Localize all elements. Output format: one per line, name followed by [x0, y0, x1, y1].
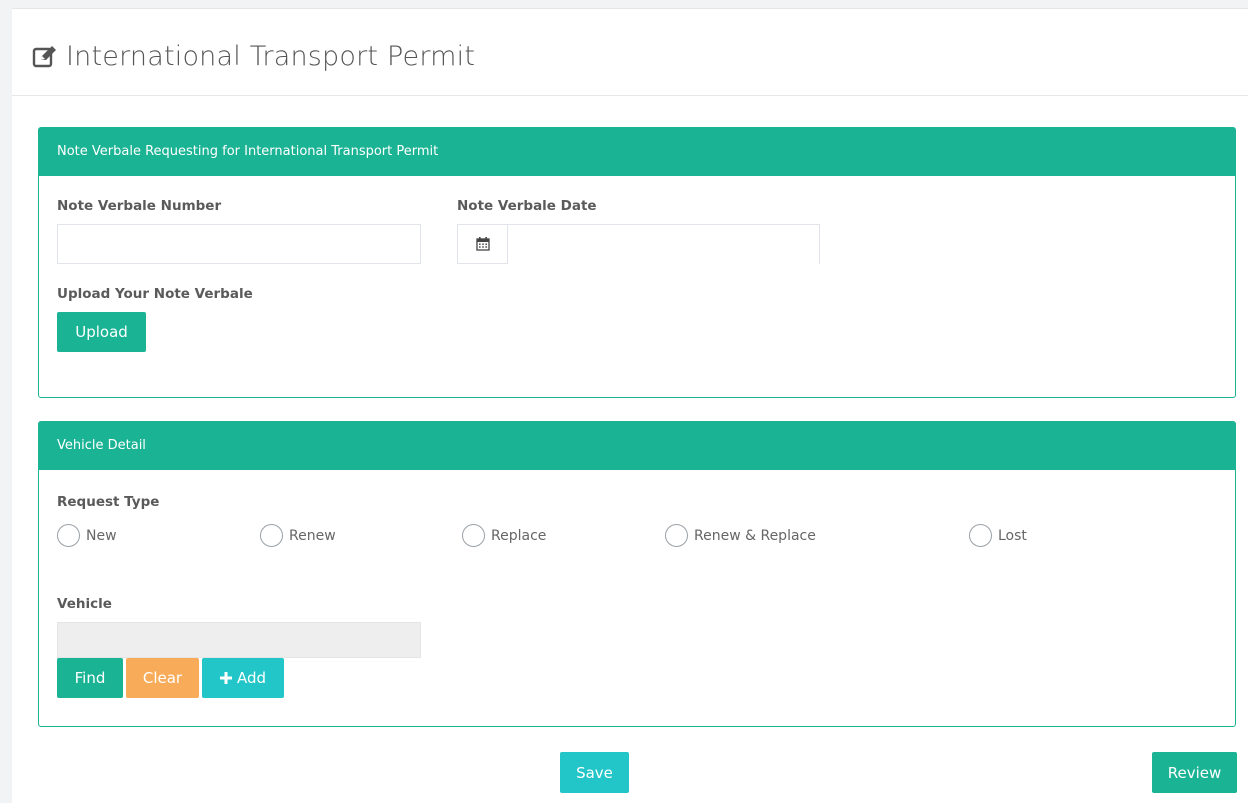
vehicle-detail-panel: Vehicle Detail Request Type New Renew Re… — [38, 421, 1236, 727]
clear-button[interactable]: Clear — [126, 658, 199, 698]
radio-label: New — [86, 527, 117, 544]
left-strip — [0, 0, 12, 803]
edit-icon — [32, 45, 56, 67]
radio-new[interactable]: New — [57, 524, 117, 547]
radio-circle[interactable] — [260, 524, 283, 547]
calendar-addon[interactable] — [458, 225, 508, 263]
radio-label: Renew & Replace — [694, 527, 816, 544]
page-header: International Transport Permit — [12, 9, 1248, 96]
radio-circle[interactable] — [57, 524, 80, 547]
upload-note-verbale-label: Upload Your Note Verbale — [57, 286, 253, 302]
radio-circle[interactable] — [969, 524, 992, 547]
top-strip — [0, 0, 1248, 8]
note-verbale-date-input[interactable] — [508, 225, 819, 265]
note-verbale-number-label: Note Verbale Number — [57, 198, 222, 214]
calendar-icon — [475, 237, 490, 251]
add-button-label: Add — [236, 669, 267, 687]
upload-button[interactable]: Upload — [57, 312, 146, 352]
radio-lost[interactable]: Lost — [969, 524, 1027, 547]
vehicle-detail-panel-heading: Vehicle Detail — [39, 422, 1235, 470]
note-verbale-panel-heading: Note Verbale Requesting for Internationa… — [39, 128, 1235, 176]
radio-renew[interactable]: Renew — [260, 524, 336, 547]
radio-label: Replace — [491, 527, 547, 544]
radio-circle[interactable] — [462, 524, 485, 547]
find-button[interactable]: Find — [57, 658, 123, 698]
review-button[interactable]: Review — [1152, 752, 1237, 793]
radio-label: Renew — [289, 527, 336, 544]
radio-replace[interactable]: Replace — [462, 524, 546, 547]
plus-icon — [219, 672, 232, 684]
save-button[interactable]: Save — [560, 752, 629, 793]
note-verbale-date-label: Note Verbale Date — [457, 198, 597, 214]
add-button[interactable]: Add — [202, 658, 284, 698]
note-verbale-panel: Note Verbale Requesting for Internationa… — [38, 127, 1236, 398]
vehicle-label: Vehicle — [57, 596, 112, 612]
radio-circle[interactable] — [665, 524, 688, 547]
radio-label: Lost — [998, 527, 1027, 544]
page-content: International Transport Permit Note Verb… — [12, 8, 1248, 804]
request-type-label: Request Type — [57, 494, 160, 510]
page-title-text: International Transport Permit — [66, 41, 476, 72]
page-title: International Transport Permit — [32, 41, 475, 72]
note-verbale-date-field[interactable] — [457, 224, 820, 265]
vehicle-input[interactable] — [57, 622, 421, 658]
note-verbale-number-input[interactable] — [57, 224, 421, 264]
radio-renew-and-replace[interactable]: Renew & Replace — [665, 524, 816, 547]
